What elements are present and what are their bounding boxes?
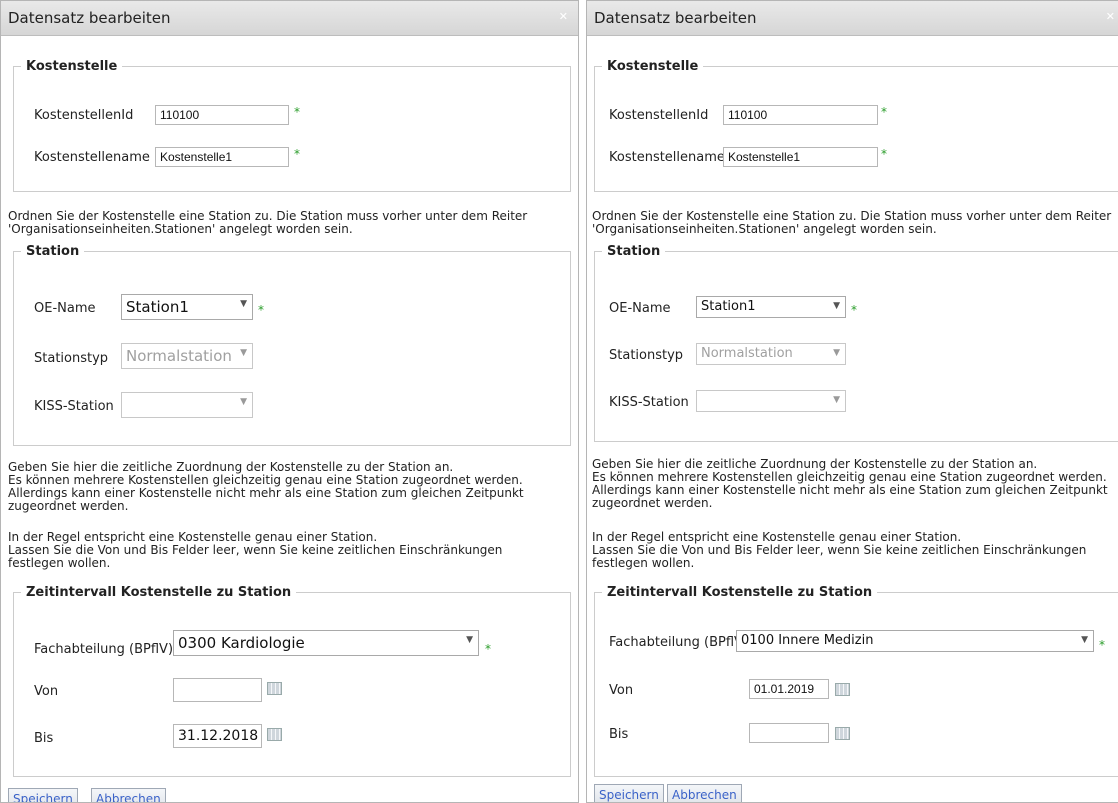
oe-name-select[interactable]: Station1 ▼ — [696, 296, 846, 318]
kiss-station-label: KISS-Station — [609, 395, 689, 410]
close-icon[interactable]: ✕ — [559, 10, 568, 23]
von-label: Von — [609, 683, 634, 698]
regel-info-text: In der Regel entspricht eine Kostenstell… — [592, 530, 1087, 570]
zuordnung-info-text: Geben Sie hier die zeitliche Zuordnung d… — [592, 457, 1108, 510]
kostenstellenid-input[interactable]: 110100 — [155, 105, 289, 125]
chevron-down-icon: ▼ — [1081, 635, 1088, 645]
dialog-titlebar[interactable]: Datensatz bearbeiten ✕ — [587, 1, 1118, 36]
oe-name-value: Station1 — [701, 299, 756, 314]
required-marker: * — [294, 105, 300, 119]
fachabteilung-label: Fachabteilung (BPflV) — [609, 635, 749, 650]
required-marker: * — [485, 642, 491, 656]
cancel-button[interactable]: Abbrechen — [667, 784, 742, 802]
fachabteilung-value: 0300 Kardiologie — [178, 634, 305, 652]
calendar-icon[interactable] — [267, 682, 282, 695]
zeitintervall-fieldset: Zeitintervall Kostenstelle zu Station — [594, 585, 1118, 777]
oe-name-label: OE-Name — [34, 301, 96, 316]
regel-info-text: In der Regel entspricht eine Kostenstell… — [8, 530, 503, 570]
station-fieldset: Station — [594, 244, 1118, 442]
required-marker: * — [881, 147, 887, 161]
calendar-icon[interactable] — [267, 728, 282, 741]
required-marker: * — [851, 303, 857, 317]
kiss-station-label: KISS-Station — [34, 399, 114, 414]
kiss-station-select: ▼ — [121, 392, 253, 418]
stationstyp-value: Normalstation — [126, 347, 232, 365]
kostenstelle-legend: Kostenstelle — [607, 59, 699, 74]
required-marker: * — [294, 147, 300, 161]
dialog-title: Datensatz bearbeiten — [8, 9, 171, 27]
kostenstelle-fieldset: Kostenstelle — [13, 59, 571, 192]
station-info-text: Ordnen Sie der Kostenstelle eine Station… — [592, 209, 1112, 236]
kostenstellenid-label: KostenstellenId — [609, 108, 709, 123]
calendar-icon[interactable] — [835, 683, 850, 696]
edit-dialog-left: Datensatz bearbeiten ✕ Kostenstelle Kost… — [0, 0, 579, 803]
chevron-down-icon: ▼ — [833, 395, 840, 405]
calendar-icon[interactable] — [835, 727, 850, 740]
close-icon[interactable]: ✕ — [1106, 10, 1115, 23]
stationstyp-label: Stationstyp — [609, 348, 684, 363]
station-fieldset: Station — [13, 244, 571, 446]
bis-date-input[interactable] — [749, 723, 829, 743]
zeitintervall-fieldset: Zeitintervall Kostenstelle zu Station — [13, 585, 571, 777]
required-marker: * — [881, 105, 887, 119]
fachabteilung-select[interactable]: 0300 Kardiologie ▼ — [173, 630, 479, 656]
fachabteilung-value: 0100 Innere Medizin — [741, 633, 874, 648]
kostenstellename-label: Kostenstellename — [34, 150, 150, 165]
chevron-down-icon: ▼ — [833, 301, 840, 311]
fachabteilung-label: Fachabteilung (BPflV) — [34, 642, 174, 657]
kostenstelle-legend: Kostenstelle — [26, 59, 118, 74]
kostenstellename-input[interactable]: Kostenstelle1 — [723, 147, 878, 167]
fachabteilung-select[interactable]: 0100 Innere Medizin ▼ — [736, 630, 1094, 652]
cancel-button[interactable]: Abbrechen — [91, 788, 166, 802]
dialog-title: Datensatz bearbeiten — [594, 9, 757, 27]
oe-name-value: Station1 — [126, 298, 189, 316]
kostenstellename-input[interactable]: Kostenstelle1 — [155, 147, 289, 167]
stationstyp-select: Normalstation ▼ — [696, 343, 846, 365]
zuordnung-info-text: Geben Sie hier die zeitliche Zuordnung d… — [8, 460, 524, 513]
kiss-station-select: ▼ — [696, 390, 846, 412]
chevron-down-icon: ▼ — [240, 397, 247, 407]
chevron-down-icon: ▼ — [240, 299, 247, 309]
kostenstellename-label: Kostenstellename — [609, 150, 725, 165]
save-button[interactable]: Speichern — [594, 784, 664, 802]
required-marker: * — [258, 303, 264, 317]
station-info-text: Ordnen Sie der Kostenstelle eine Station… — [8, 209, 528, 236]
stationstyp-label: Stationstyp — [34, 351, 109, 366]
chevron-down-icon: ▼ — [240, 348, 247, 358]
kostenstellenid-label: KostenstellenId — [34, 108, 134, 123]
von-date-input[interactable] — [173, 678, 262, 702]
edit-dialog-right: Datensatz bearbeiten ✕ Kostenstelle Kost… — [586, 0, 1118, 803]
chevron-down-icon: ▼ — [466, 635, 473, 645]
chevron-down-icon: ▼ — [833, 348, 840, 358]
oe-name-select[interactable]: Station1 ▼ — [121, 294, 253, 320]
zeitintervall-legend: Zeitintervall Kostenstelle zu Station — [607, 585, 873, 600]
oe-name-label: OE-Name — [609, 301, 671, 316]
zeitintervall-legend: Zeitintervall Kostenstelle zu Station — [26, 585, 292, 600]
bis-date-input[interactable]: 31.12.2018 — [173, 724, 262, 748]
station-legend: Station — [607, 244, 661, 259]
stationstyp-value: Normalstation — [701, 346, 793, 361]
bis-label: Bis — [609, 727, 629, 742]
required-marker: * — [1099, 638, 1105, 652]
save-button[interactable]: Speichern — [8, 788, 78, 802]
bis-label: Bis — [34, 731, 54, 746]
kostenstellenid-input[interactable]: 110100 — [723, 105, 878, 125]
dialog-titlebar[interactable]: Datensatz bearbeiten ✕ — [1, 1, 578, 36]
von-label: Von — [34, 684, 59, 699]
stationstyp-select: Normalstation ▼ — [121, 343, 253, 369]
kostenstelle-fieldset: Kostenstelle — [594, 59, 1118, 192]
station-legend: Station — [26, 244, 80, 259]
von-date-input[interactable]: 01.01.2019 — [749, 679, 829, 699]
